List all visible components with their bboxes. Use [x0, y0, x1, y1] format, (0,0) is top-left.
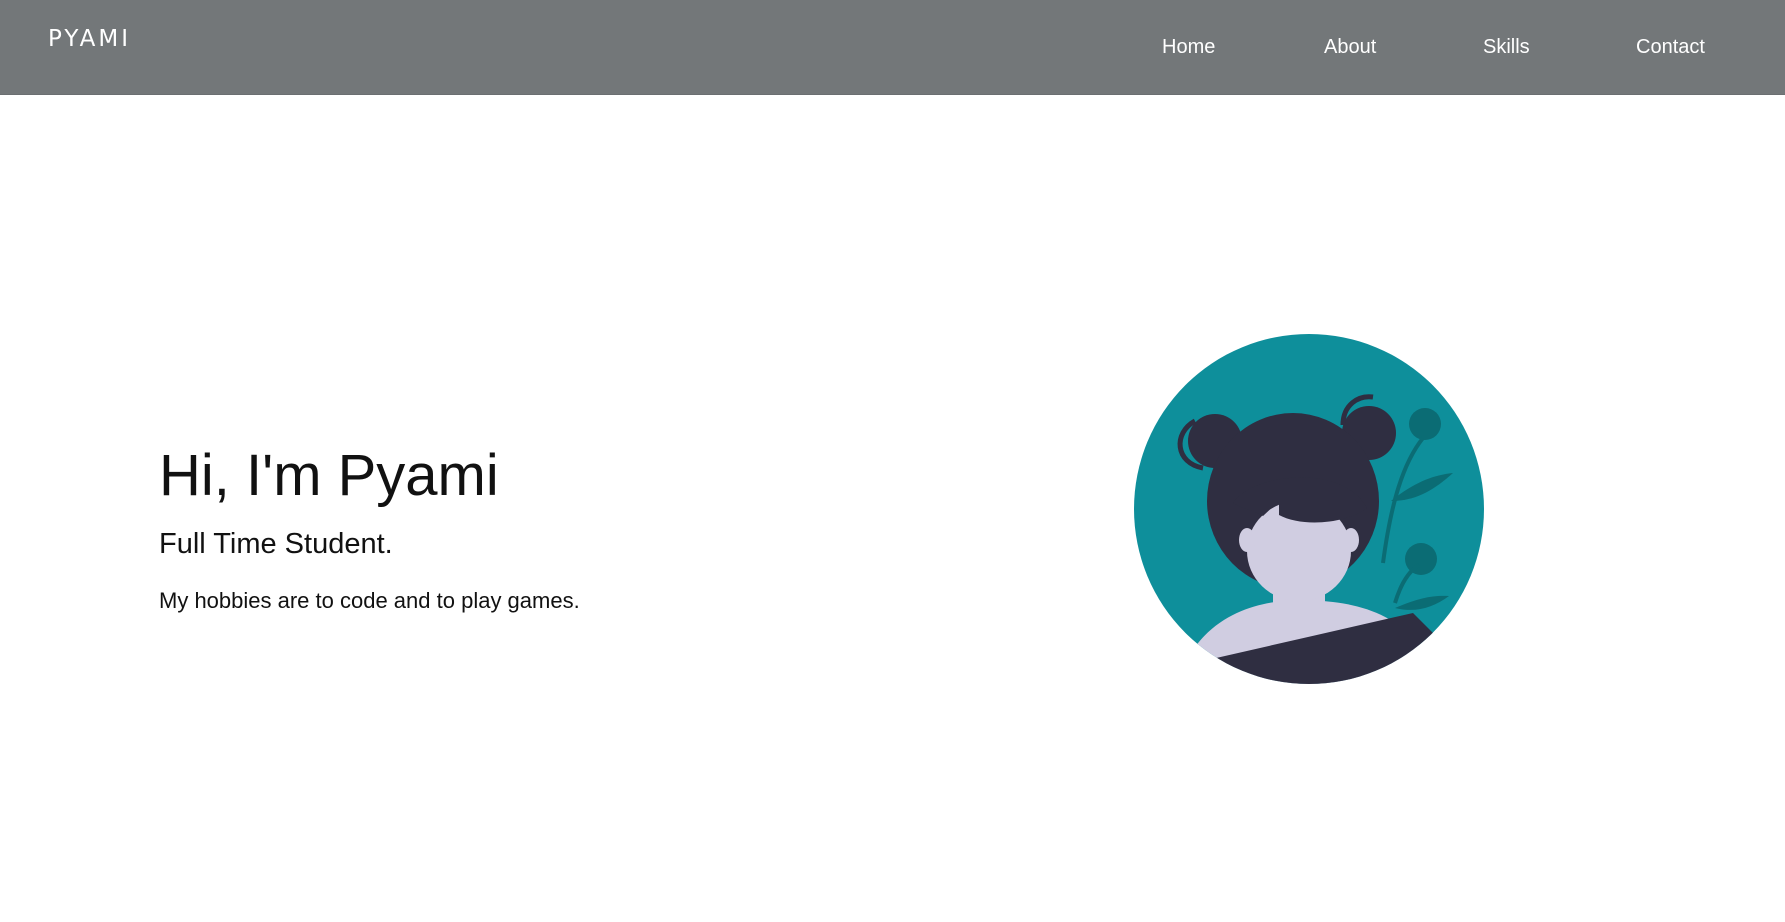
nav-link-about[interactable]: About [1324, 36, 1376, 59]
hero-title: Hi, I'm Pyami [159, 443, 499, 508]
girl-avatar-icon [1134, 334, 1484, 684]
nav-link-contact[interactable]: Contact [1636, 36, 1705, 59]
brand-logo[interactable]: PYAMI [48, 26, 131, 52]
navbar: PYAMI Home About Skills Contact [0, 0, 1785, 95]
nav-link-skills[interactable]: Skills [1483, 36, 1530, 59]
nav-link-home[interactable]: Home [1162, 36, 1215, 59]
hero-section: Hi, I'm Pyami Full Time Student. My hobb… [0, 95, 1785, 922]
avatar-illustration [1133, 333, 1485, 685]
hero-subtitle: Full Time Student. [159, 528, 393, 560]
hero-description: My hobbies are to code and to play games… [159, 588, 580, 613]
